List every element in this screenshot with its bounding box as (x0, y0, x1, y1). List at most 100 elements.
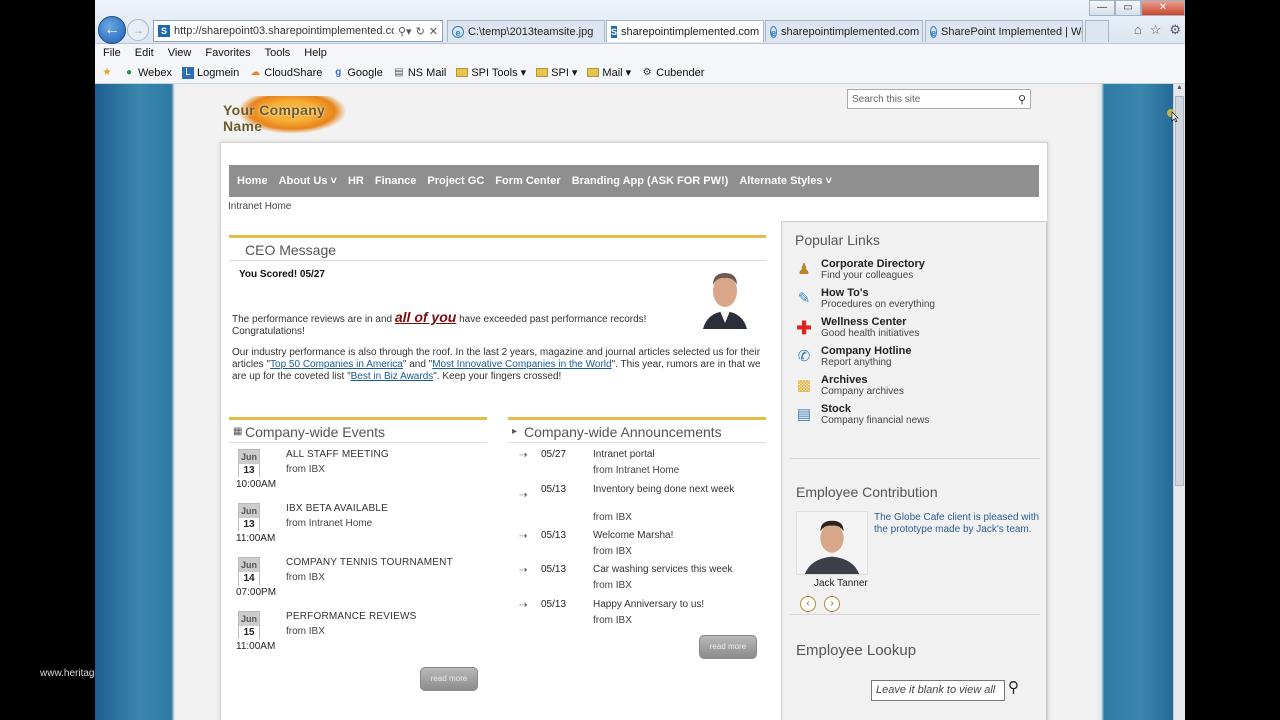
event-title[interactable]: IBX BETA AVAILABLE (286, 503, 388, 514)
events-read-more-button[interactable]: read more (420, 667, 478, 691)
arrow-right-icon: ⇢ (519, 490, 528, 501)
link-stock[interactable]: ▤ Stock Company financial news (794, 403, 1034, 431)
announcement-title[interactable]: Car washing services this week (593, 564, 763, 576)
company-logo[interactable]: Your Company Name (223, 90, 363, 134)
back-button[interactable]: ← (98, 16, 126, 44)
sharepoint-favicon: S (611, 25, 618, 38)
favorites-bar: ★ ● Webex L Logmein ☁ CloudShare g Google ▤ N… (95, 62, 1185, 84)
ceo-scored-title: You Scored! 05/27 (239, 269, 325, 280)
page-viewport: Your Company Name Search this site ⚲ Hom… (95, 84, 1185, 720)
employee-name: Jack Tanner (814, 578, 868, 589)
menu-edit[interactable]: Edit (135, 47, 154, 59)
tab-sharepointimplemented-active[interactable]: S sharepointimplemented.com ✕ (606, 20, 764, 42)
link-how-tos[interactable]: ✎ How To's Procedures on everything (794, 287, 1034, 315)
fav-cloudshare[interactable]: ☁ CloudShare (249, 67, 322, 79)
best-in-biz-link[interactable]: Best in Biz Awards (351, 371, 434, 382)
tab-sharepointimplemented[interactable]: e sharepointimplemented.com (765, 20, 923, 42)
address-url: http://sharepoint03.sharepointimplemente… (174, 25, 394, 37)
tab-sharepoint-implemented-welcome[interactable]: e SharePoint Implemented | Wel... (925, 20, 1083, 42)
announcement-title[interactable]: Welcome Marsha! (593, 530, 763, 542)
calendar-icon: ▦ (233, 426, 243, 437)
vertical-scrollbar[interactable]: ▲ (1173, 84, 1185, 720)
nav-branding-app[interactable]: Branding App (ASK FOR PW!) (572, 175, 729, 187)
menu-favorites[interactable]: Favorites (205, 47, 250, 59)
megaphone-icon: ▸ (512, 426, 518, 437)
folder-icon (456, 68, 469, 77)
close-window-button[interactable]: ✕ (1141, 0, 1185, 16)
nav-hr[interactable]: HR (348, 175, 364, 187)
page-icon: ▤ (394, 66, 404, 78)
new-tab-button[interactable] (1085, 20, 1109, 42)
nav-about-us[interactable]: About Us ˅ (279, 175, 337, 187)
calendar-date-icon: Jun 15 (238, 611, 260, 639)
chart-icon: ▤ (796, 406, 812, 423)
link-corporate-directory[interactable]: ♟ Corporate Directory Find your colleagu… (794, 258, 1034, 286)
minimize-button[interactable]: — (1089, 0, 1115, 16)
announcements-read-more-button[interactable]: read more (699, 635, 757, 659)
calendar-date-icon: Jun 13 (238, 449, 260, 477)
refresh-icon[interactable]: ↻ (416, 25, 425, 38)
home-icon[interactable]: ⌂ (1134, 22, 1142, 38)
maximize-button[interactable]: ▭ (1115, 0, 1141, 16)
chevron-left-icon[interactable]: ‹ (800, 596, 816, 612)
tab-2013teamsite[interactable]: e C:\temp\2013teamsite.jpg (447, 20, 605, 42)
menu-file[interactable]: File (103, 47, 121, 59)
most-innovative-link[interactable]: Most Innovative Companies in the World (432, 359, 611, 370)
add-favorite-star-icon[interactable]: ★ (101, 67, 113, 79)
breadcrumb[interactable]: Intranet Home (228, 201, 291, 212)
fav-webex[interactable]: ● Webex (123, 67, 172, 79)
fav-google[interactable]: g Google (332, 66, 383, 79)
book-icon: ✎ (797, 290, 811, 307)
top-50-companies-link[interactable]: Top 50 Companies in America (270, 359, 403, 370)
announcement-title[interactable]: Intranet portal (593, 449, 763, 461)
address-bar[interactable]: S http://sharepoint03.sharepointimplemen… (153, 20, 443, 42)
event-title[interactable]: PERFORMANCE REVIEWS (286, 611, 416, 622)
ie-favicon: e (930, 25, 938, 38)
nav-project-gc[interactable]: Project GC (427, 175, 484, 187)
link-archives[interactable]: ▩ Archives Company archives (794, 374, 1034, 402)
ceo-paragraph-2: Our industry performance is also through… (232, 347, 761, 382)
menu-tools[interactable]: Tools (265, 47, 291, 59)
fav-spi-tools[interactable]: SPI Tools ▾ (456, 66, 526, 79)
search-icon[interactable]: ⚲ (1008, 678, 1019, 696)
link-company-hotline[interactable]: ✆ Company Hotline Report anything (794, 345, 1034, 373)
chevron-right-icon[interactable]: › (824, 596, 840, 612)
employee-contribution-text[interactable]: The Globe Cafe client is pleased with th… (874, 512, 1042, 536)
site-search-input[interactable]: Search this site ⚲ (847, 89, 1031, 109)
nav-home[interactable]: Home (237, 175, 268, 187)
ceo-message-header: CEO Message (229, 235, 766, 261)
fav-mail[interactable]: Mail ▾ (587, 66, 631, 79)
google-icon: g (335, 66, 342, 78)
fav-ns-mail[interactable]: ▤ NS Mail (393, 66, 446, 79)
menu-view[interactable]: View (168, 47, 192, 59)
scrollbar-thumb[interactable] (1175, 96, 1184, 486)
forward-button[interactable]: → (127, 19, 149, 41)
nav-form-center[interactable]: Form Center (495, 175, 560, 187)
fav-logmein[interactable]: L Logmein (182, 66, 239, 79)
search-dropdown-icon[interactable]: ⚲▾ (398, 25, 412, 38)
event-title[interactable]: COMPANY TENNIS TOURNAMENT (286, 557, 453, 568)
browser-toolbar: ← → S http://sharepoint03.sharepointimpl… (95, 0, 1185, 44)
fav-cubender[interactable]: ⚙ Cubender (641, 67, 705, 79)
ceo-photo (701, 263, 749, 329)
gear-icon[interactable]: ⚙ (1169, 22, 1181, 38)
ie-favicon: e (452, 25, 464, 38)
stop-icon[interactable]: ✕ (429, 25, 438, 38)
scroll-up-icon[interactable]: ▲ (1174, 84, 1185, 94)
employee-lookup-input[interactable]: Leave it blank to view all (871, 680, 1005, 701)
ie-favicon: e (770, 25, 778, 38)
favorites-star-icon[interactable]: ☆ (1150, 22, 1162, 38)
chevron-down-icon: ▾ (571, 67, 578, 79)
menu-help[interactable]: Help (304, 47, 327, 59)
nav-finance[interactable]: Finance (375, 175, 417, 187)
nav-alternate-styles[interactable]: Alternate Styles ˅ (739, 175, 832, 187)
announcement-title[interactable]: Happy Anniversary to us! (593, 599, 763, 611)
events-header: ▦ Company-wide Events (229, 417, 487, 443)
link-wellness-center[interactable]: ✚ Wellness Center Good health initiative… (794, 316, 1034, 344)
announcement-title[interactable]: Inventory being done next week (593, 484, 763, 496)
search-icon[interactable]: ⚲ (1018, 93, 1026, 106)
fav-spi[interactable]: SPI ▾ (536, 66, 577, 79)
event-item: Jun 13 10:00AM ALL STAFF MEETING from IBX (236, 449, 389, 490)
event-title[interactable]: ALL STAFF MEETING (286, 449, 389, 460)
logo-text: Your Company Name (223, 102, 326, 134)
